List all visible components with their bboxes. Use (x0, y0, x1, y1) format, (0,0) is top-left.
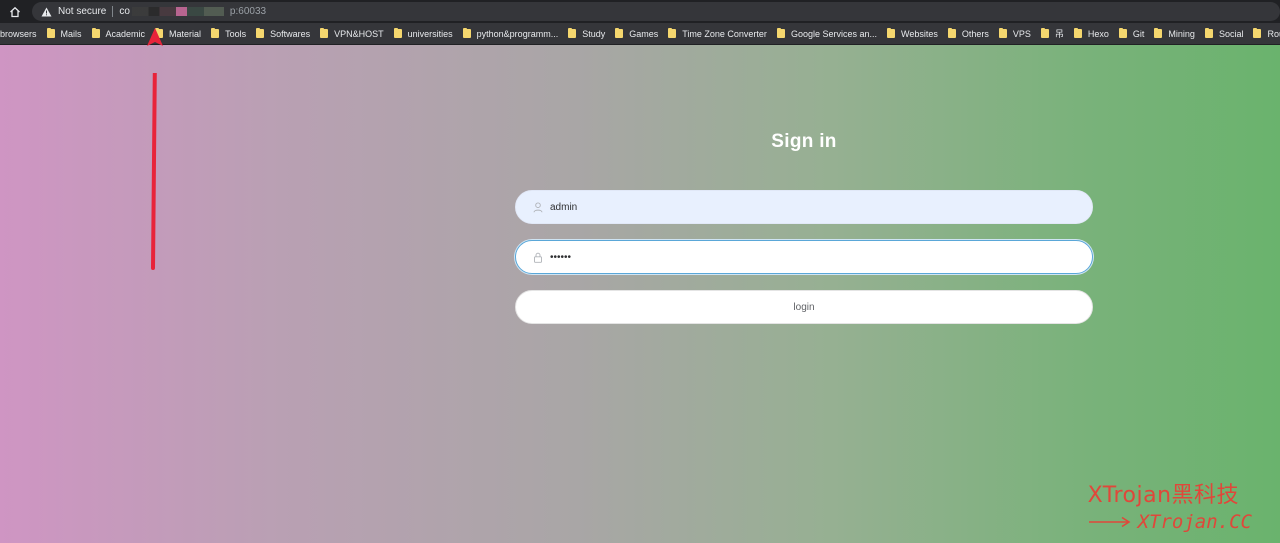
home-icon[interactable] (0, 0, 30, 23)
folder-icon (462, 28, 471, 38)
bookmark-label: Git (1132, 28, 1145, 39)
omnibox-divider (112, 6, 114, 17)
folder-icon (46, 28, 55, 38)
folder-icon (1253, 28, 1262, 38)
bookmark-folder[interactable]: Academic (88, 23, 152, 44)
login-page: Sign in login XTrojan黑科技 XTrojan.CC (0, 45, 1280, 543)
bookmark-label: Material (169, 28, 202, 39)
folder-icon (393, 28, 402, 38)
folder-icon (320, 28, 329, 38)
folder-icon (568, 28, 577, 38)
folder-icon (1154, 28, 1163, 38)
bookmark-label: python&programm... (476, 28, 559, 39)
password-field[interactable] (515, 240, 1093, 274)
bookmark-folder[interactable]: universities (390, 23, 459, 44)
bookmark-label: Mails (60, 28, 82, 39)
folder-icon (1073, 28, 1082, 38)
bookmark-folder[interactable]: Softwares (252, 23, 316, 44)
bookmark-folder[interactable]: Study (564, 23, 611, 44)
bookmark-label: Softwares (270, 28, 311, 39)
password-input[interactable] (550, 251, 1070, 263)
username-field[interactable] (515, 190, 1093, 224)
bookmarks-bar: browsers Mails Academic Material Tools Softwa… (0, 23, 1280, 45)
folder-icon (91, 28, 100, 38)
folder-icon (1118, 28, 1127, 38)
url-host: co (119, 6, 130, 17)
folder-icon (615, 28, 624, 38)
watermark: XTrojan黑科技 XTrojan.CC (1088, 477, 1252, 533)
annotation-arrow-icon (151, 73, 157, 270)
lock-icon (532, 251, 544, 263)
annotation-arrowhead-icon (147, 28, 163, 46)
folder-icon (998, 28, 1007, 38)
bookmark-folder[interactable]: Route (1249, 23, 1280, 44)
folder-icon (1040, 28, 1049, 38)
url-port: p:60033 (229, 6, 267, 17)
username-input[interactable] (550, 201, 1070, 213)
bookmark-folder[interactable]: browsers (0, 23, 43, 44)
bookmark-label: browsers (0, 28, 37, 39)
folder-icon (886, 28, 895, 38)
folder-icon (1204, 28, 1213, 38)
bookmark-label: universities (407, 28, 453, 39)
bookmark-label: Study (582, 28, 606, 39)
bookmark-folder[interactable]: python&programm... (459, 23, 565, 44)
bookmark-folder[interactable]: Tools (207, 23, 252, 44)
bookmark-label: Academic (105, 28, 146, 39)
bookmark-folder[interactable]: 吊 (1037, 23, 1070, 44)
bookmark-label: Time Zone Converter (682, 28, 767, 39)
bookmark-folder[interactable]: Websites (883, 23, 944, 44)
address-bar: Not secure co p:60033 (0, 0, 1280, 23)
bookmark-label: VPN&HOST (334, 28, 384, 39)
bookmark-folder[interactable]: VPS (995, 23, 1037, 44)
bookmark-label: Others (961, 28, 989, 39)
bookmark-folder[interactable]: Time Zone Converter (664, 23, 773, 44)
folder-icon (947, 28, 956, 38)
bookmark-label: Tools (225, 28, 247, 39)
bookmark-label: Mining (1168, 28, 1195, 39)
bookmark-folder[interactable]: Others (944, 23, 995, 44)
security-status[interactable]: Not secure (58, 6, 106, 17)
bookmark-label: Google Services an... (790, 28, 877, 39)
folder-icon (776, 28, 785, 38)
bookmark-label: Social (1218, 28, 1244, 39)
bookmark-folder[interactable]: Mails (43, 23, 88, 44)
folder-icon (668, 28, 677, 38)
bookmark-folder[interactable]: Google Services an... (773, 23, 883, 44)
bookmark-label: Hexo (1087, 28, 1109, 39)
bookmark-label: Websites (900, 28, 938, 39)
watermark-url: XTrojan.CC (1137, 511, 1252, 533)
url-bar[interactable]: Not secure co p:60033 (32, 2, 1280, 21)
folder-icon (256, 28, 265, 38)
bookmark-label: Route (1267, 28, 1280, 39)
bookmark-folder[interactable]: Git (1115, 23, 1151, 44)
redacted-url-segment (131, 7, 224, 16)
bookmark-label: Games (629, 28, 659, 39)
bookmark-folder[interactable]: Hexo (1070, 23, 1115, 44)
bookmark-folder[interactable]: Social (1201, 23, 1250, 44)
bookmark-label: VPS (1012, 28, 1031, 39)
bookmark-folder[interactable]: Mining (1150, 23, 1201, 44)
bookmark-label: 吊 (1054, 29, 1064, 39)
bookmark-folder[interactable]: VPN&HOST (316, 23, 390, 44)
login-button[interactable]: login (515, 290, 1093, 324)
warning-icon (40, 6, 52, 18)
bookmark-folder[interactable]: Games (611, 23, 664, 44)
watermark-site: XTrojan.CC (1088, 511, 1252, 533)
user-icon (532, 201, 544, 213)
watermark-title: XTrojan黑科技 (1087, 483, 1240, 508)
page-title: Sign in (771, 131, 837, 152)
folder-icon (211, 28, 220, 38)
watermark-arrow-icon (1088, 516, 1131, 528)
